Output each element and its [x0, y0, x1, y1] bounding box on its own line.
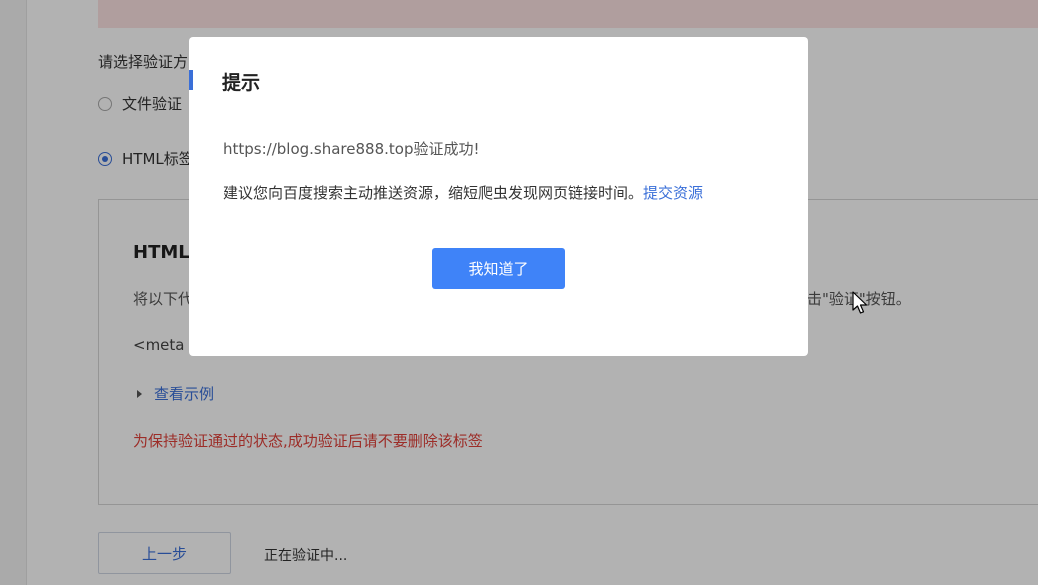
got-it-button[interactable]: 我知道了	[432, 248, 565, 289]
push-suggestion-message: 建议您向百度搜索主动推送资源，缩短爬虫发现网页链接时间。提交资源	[223, 182, 703, 203]
submit-resource-link[interactable]: 提交资源	[643, 184, 703, 202]
push-suggestion-text: 建议您向百度搜索主动推送资源，缩短爬虫发现网页链接时间。	[223, 184, 644, 202]
mouse-pointer-icon	[852, 291, 868, 314]
dialog-accent-bar	[189, 70, 193, 90]
verify-success-message: https://blog.share888.top验证成功!	[223, 140, 480, 158]
dialog-title: 提示	[222, 72, 261, 94]
success-dialog: 提示 https://blog.share888.top验证成功! 建议您向百度…	[189, 37, 808, 356]
